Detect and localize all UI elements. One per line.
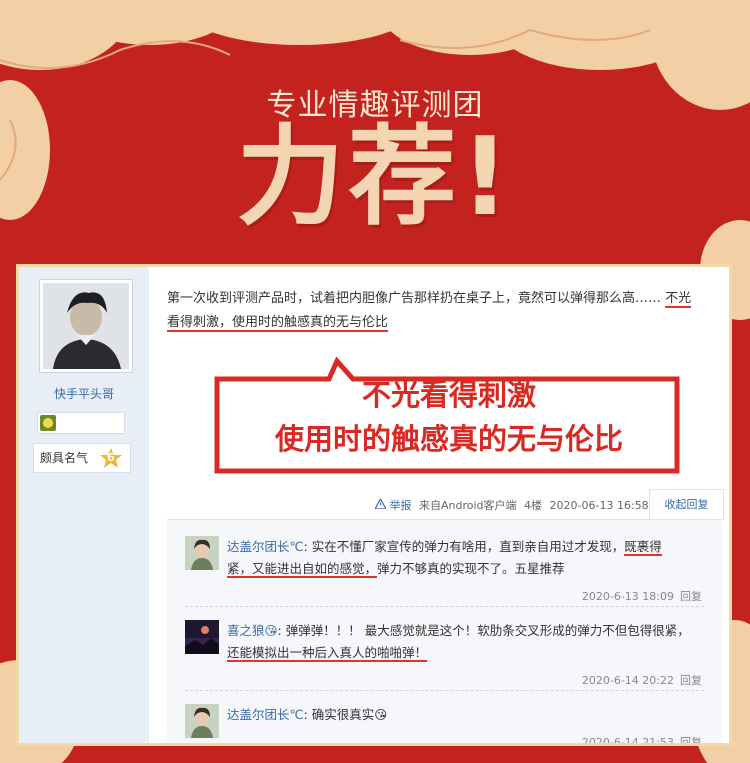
callout-line-1: 不光看得刺激 (361, 378, 536, 412)
reply-list: 达盖尔团长℃: 实在不懂厂家宣传的弹力有啥用，直到亲自用过才发现，既裹得 紧，又能… (167, 519, 722, 746)
reply-avatar[interactable] (185, 536, 219, 570)
report-label: 举报 (389, 499, 412, 512)
reply-text: 达盖尔团长℃: 实在不懂厂家宣传的弹力有啥用，直到亲自用过才发现，既裹得紧，又能… (227, 536, 702, 580)
warning-icon (373, 497, 388, 510)
reply-button[interactable]: 回复 (680, 674, 702, 687)
reputation-label: 颇具名气 (40, 451, 89, 465)
post-floor: 4楼 (524, 499, 543, 512)
reply-text: 喜之狼😘: 弹弹弹！！！ 最大感觉就是这个！软肋条交叉形成的弹力不但包得很紧， 还… (227, 620, 702, 664)
reply-underline: 还能模拟出一种后入真人的啪啪弹！ (227, 645, 428, 662)
post-source: 来自Android客户端 (419, 499, 517, 512)
reputation-badge: 颇具名气 6 (33, 443, 131, 473)
post-meta: 举报 来自Android客户端 4楼 2020-06-13 16:58 (373, 497, 649, 513)
reply-time: 2020-6-14 20:22 (581, 674, 674, 687)
reply-username[interactable]: 达盖尔团长℃ (227, 707, 304, 722)
reply-username[interactable]: 达盖尔团长℃ (227, 539, 304, 554)
user-avatar-frame[interactable] (39, 279, 133, 373)
reply-underline: 紧，又能进出自如的感觉， (227, 561, 378, 578)
reply-button[interactable]: 回复 (680, 590, 702, 603)
post-time: 2020-06-13 16:58 (549, 499, 649, 512)
post-text: 第一次收到评测产品时，试着把内胆像广告那样扔在桌子上，竟然可以弹得那么高…… (167, 291, 662, 306)
reply-content: : 实在不懂厂家宣传的弹力有啥用，直到亲自用过才发现， (303, 539, 625, 554)
post-main: 第一次收到评测产品时，试着把内胆像广告那样扔在桌子上，竟然可以弹得那么高…… 不… (149, 267, 729, 746)
post-underline-1: 不光 (665, 291, 692, 308)
reply-content: : 弹弹弹！！！ 最大感觉就是这个！软肋条交叉形成的弹力不但包得很紧， (277, 623, 690, 638)
header-title: 力荐! (236, 115, 514, 240)
forum-post-card: 快手平头哥 颇具名气 6 第一次收到评测产品时，试着把内胆像广告那样扔在桌子上，… (16, 264, 732, 746)
level-number: 6 (107, 451, 115, 464)
collapse-replies-tab[interactable]: 收起回复 (649, 489, 724, 520)
avatar (43, 283, 129, 369)
reply-button[interactable]: 回复 (680, 736, 702, 743)
medal-icon (40, 415, 56, 431)
post-body: 第一次收到评测产品时，试着把内胆像广告那样扔在桌子上，竟然可以弹得那么高…… 不… (167, 287, 729, 335)
callout-text: 不光看得刺激 使用时的触感真的无与伦比 (229, 373, 669, 461)
post-underline-2: 看得刺激，使用时的触感真的无与伦比 (167, 315, 389, 332)
divider (185, 690, 704, 691)
reply-underline: 既裹得 (624, 539, 662, 556)
medal-badge (37, 412, 125, 434)
report-link[interactable]: 举报 (373, 497, 415, 512)
reply-avatar[interactable] (185, 704, 219, 738)
reply-content: : 确实很真实😘 (303, 707, 388, 722)
reply-username[interactable]: 喜之狼😘 (227, 623, 278, 638)
callout-line-2: 使用时的触感真的无与伦比 (274, 422, 623, 456)
reply-meta: 2020-6-13 18:09 回复 (582, 588, 702, 604)
reply-avatar[interactable] (185, 620, 219, 654)
reply-meta: 2020-6-14 21:53 回复 (581, 734, 702, 746)
user-sidebar: 快手平头哥 颇具名气 6 (19, 267, 149, 743)
reply-text: 达盖尔团长℃: 确实很真实😘 (227, 704, 702, 726)
reply-content: 弹力不够真的实现不了。五星推荐 (377, 561, 565, 576)
reply-meta: 2020-6-14 20:22 回复 (582, 672, 702, 688)
reply-time: 2020-6-13 18:09 (581, 590, 674, 603)
username-link[interactable]: 快手平头哥 (19, 385, 149, 402)
reply-time: 2020-6-14 21:53 (581, 736, 674, 746)
divider (185, 606, 704, 607)
